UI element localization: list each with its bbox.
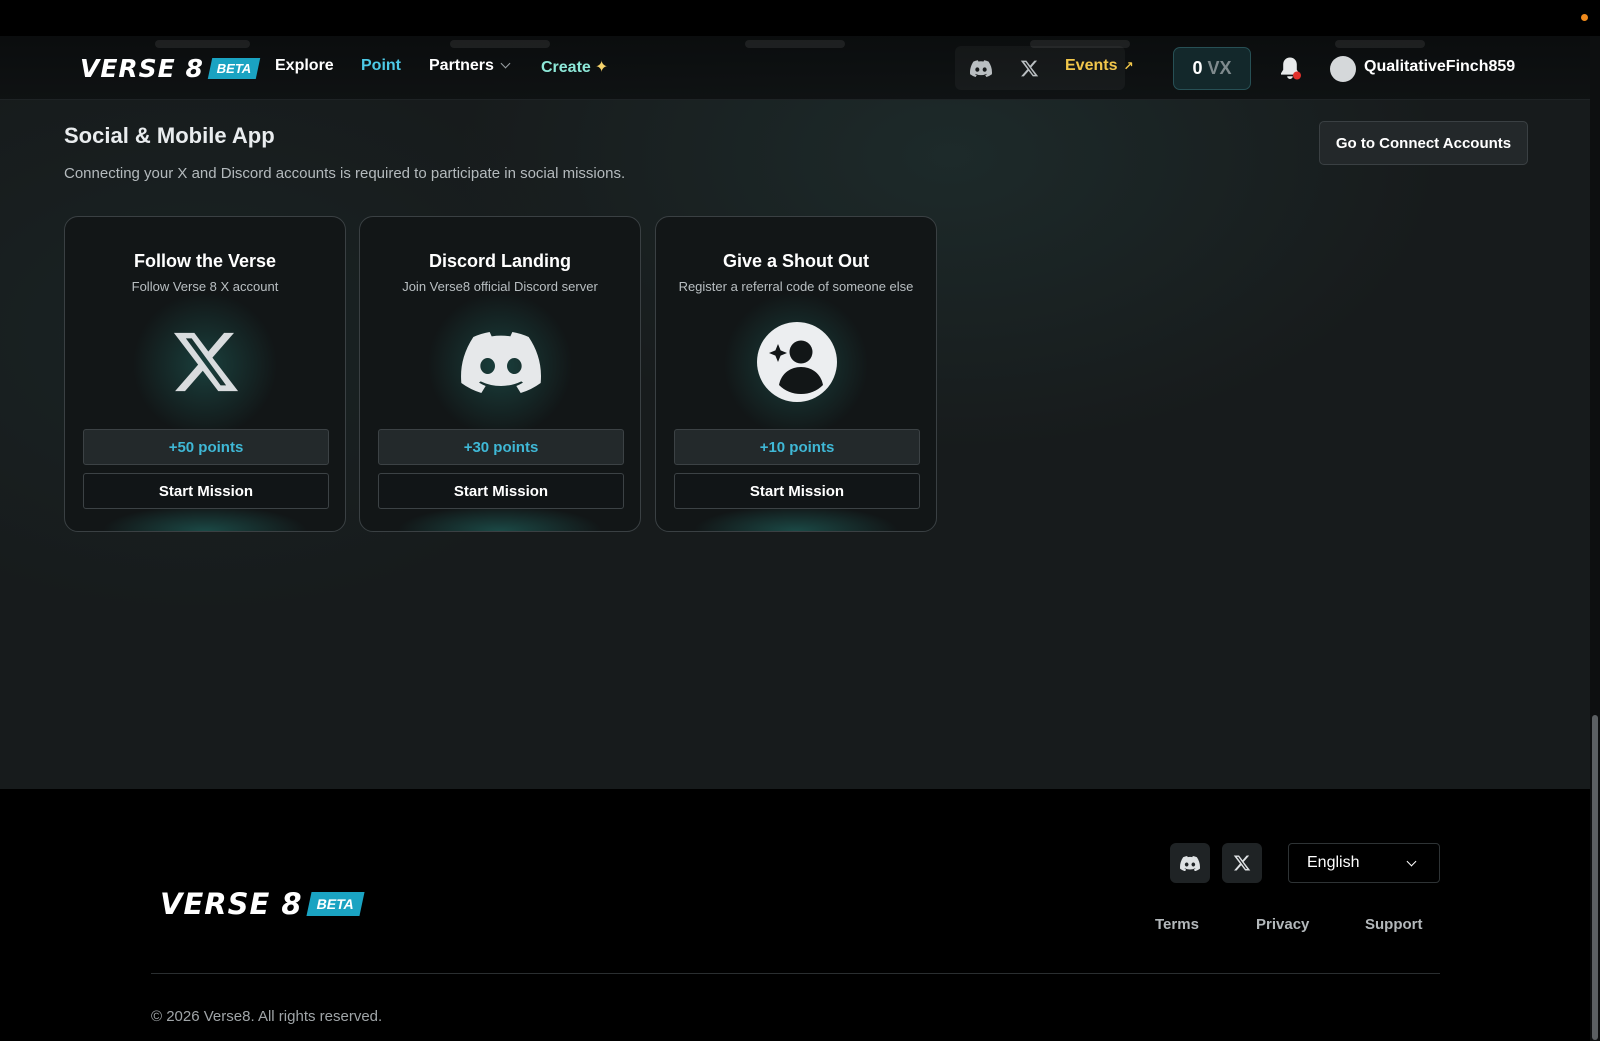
go-to-connect-accounts-button[interactable]: Go to Connect Accounts xyxy=(1319,121,1528,165)
window-top-bar xyxy=(0,0,1600,36)
section-title: Social & Mobile App xyxy=(64,123,275,148)
notification-bell-icon[interactable] xyxy=(1278,56,1302,87)
scrollbar-thumb[interactable] xyxy=(1592,715,1598,1040)
referral-user-icon xyxy=(756,321,838,403)
beta-badge: BETA xyxy=(306,892,365,916)
footer-link-support[interactable]: Support xyxy=(1365,916,1423,933)
avatar[interactable] xyxy=(1330,56,1356,82)
logo-wordmark: VERSE 8 xyxy=(160,887,303,921)
events-link[interactable]: Events ↗ xyxy=(1065,57,1134,75)
footer-logo[interactable]: VERSE 8 BETA xyxy=(160,887,365,921)
page-scrollbar[interactable] xyxy=(1590,36,1600,1041)
start-mission-button[interactable]: Start Mission xyxy=(674,473,920,509)
footer-link-privacy[interactable]: Privacy xyxy=(1256,916,1309,933)
vx-amount: 0 xyxy=(1192,58,1203,78)
page-viewport: VERSE 8 BETA Explore Point Partners Crea… xyxy=(0,36,1590,1041)
background-blur xyxy=(155,40,250,48)
language-select[interactable]: English xyxy=(1288,843,1440,883)
discord-icon[interactable] xyxy=(968,56,994,80)
sparkle-icon: ✦ xyxy=(594,59,609,76)
mission-subtitle: Follow Verse 8 X account xyxy=(131,279,279,294)
x-logo-icon xyxy=(1233,855,1251,871)
nav-create-label: Create xyxy=(541,59,591,76)
logo-wordmark: VERSE 8 xyxy=(80,54,204,83)
background-blur xyxy=(745,40,845,48)
recording-indicator-icon xyxy=(1581,14,1588,21)
mission-subtitle: Join Verse8 official Discord server xyxy=(402,279,598,294)
verse8-logo[interactable]: VERSE 8 BETA xyxy=(80,54,261,83)
notification-dot xyxy=(1293,71,1301,80)
nav-partners-label: Partners xyxy=(429,57,494,74)
mission-card-shout-out: Give a Shout Out Register a referral cod… xyxy=(655,216,937,532)
nav-partners[interactable]: Partners xyxy=(429,57,511,75)
username[interactable]: QualitativeFinch859 xyxy=(1364,58,1515,76)
copyright: © 2026 Verse8. All rights reserved. xyxy=(151,1008,383,1025)
top-navigation: VERSE 8 BETA Explore Point Partners Crea… xyxy=(0,36,1590,100)
mission-subtitle: Register a referral code of someone else xyxy=(678,279,914,294)
x-logo-icon[interactable] xyxy=(1016,56,1042,80)
discord-icon xyxy=(460,321,542,403)
footer-discord-button[interactable] xyxy=(1170,843,1210,883)
vx-unit: VX xyxy=(1207,58,1232,78)
x-logo-icon xyxy=(165,321,247,403)
external-arrow-icon: ↗ xyxy=(1123,59,1134,73)
mission-card-follow: Follow the Verse Follow Verse 8 X accoun… xyxy=(64,216,346,532)
vx-balance[interactable]: 0 VX xyxy=(1173,47,1251,90)
nav-explore[interactable]: Explore xyxy=(275,57,334,75)
footer-divider xyxy=(151,973,1440,974)
events-label: Events xyxy=(1065,57,1118,74)
mission-title: Follow the Verse xyxy=(133,251,277,271)
beta-badge: BETA xyxy=(207,58,261,79)
chevron-down-icon xyxy=(1406,856,1417,867)
mission-title: Discord Landing xyxy=(428,251,571,271)
nav-create[interactable]: Create ✦ xyxy=(541,57,608,77)
background-blur xyxy=(450,40,550,48)
footer-x-button[interactable] xyxy=(1222,843,1262,883)
start-mission-button[interactable]: Start Mission xyxy=(378,473,624,509)
mission-points: +30 points xyxy=(378,429,624,465)
footer-link-terms[interactable]: Terms xyxy=(1155,916,1199,933)
mission-card-discord: Discord Landing Join Verse8 official Dis… xyxy=(359,216,641,532)
section-description: Connecting your X and Discord accounts i… xyxy=(64,165,626,182)
start-mission-button[interactable]: Start Mission xyxy=(83,473,329,509)
nav-point[interactable]: Point xyxy=(361,57,401,75)
discord-icon xyxy=(1180,855,1200,871)
mission-title: Give a Shout Out xyxy=(722,251,869,271)
mission-points: +10 points xyxy=(674,429,920,465)
footer: VERSE 8 BETA English Terms Privacy Suppo… xyxy=(0,789,1590,1041)
background-blur xyxy=(1335,40,1425,48)
chevron-down-icon xyxy=(500,58,511,69)
language-value: English xyxy=(1307,854,1360,871)
mission-points: +50 points xyxy=(83,429,329,465)
